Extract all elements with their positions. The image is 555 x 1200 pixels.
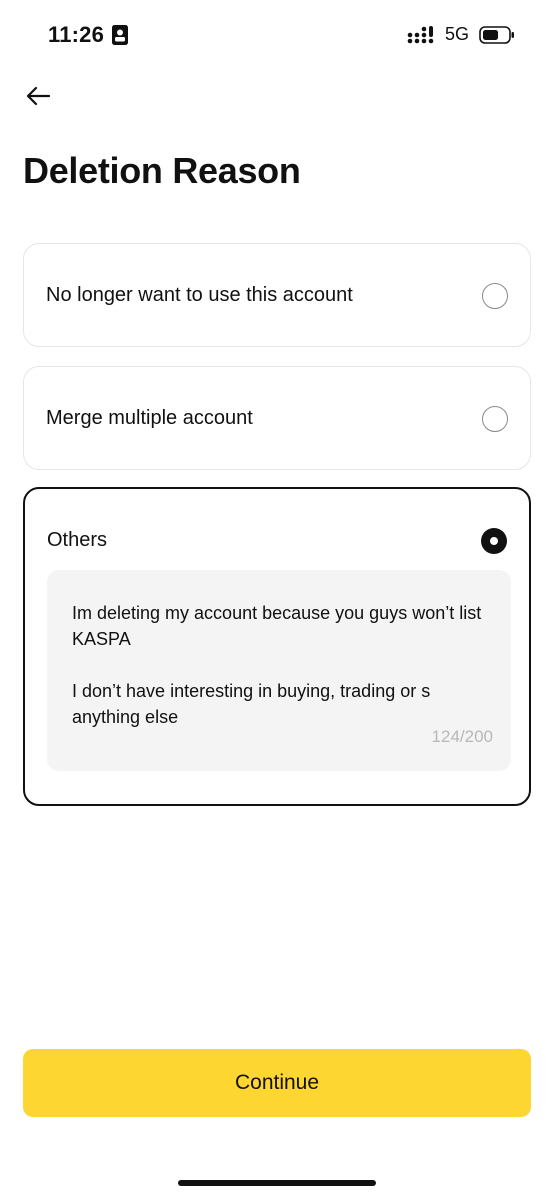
other-reason-textarea[interactable]: Im deleting my account because you guys … [47, 570, 511, 771]
option-label: Merge multiple account [46, 407, 253, 429]
option-label: Others [47, 529, 108, 551]
signal-icon [407, 25, 437, 45]
arrow-left-icon [25, 85, 51, 112]
other-reason-text[interactable]: Im deleting my account because you guys … [72, 600, 492, 730]
home-indicator[interactable] [178, 1180, 376, 1186]
id-badge-icon [112, 25, 129, 45]
character-counter: 124/200 [431, 727, 493, 746]
option-card-merge-accounts[interactable]: Merge multiple account [23, 366, 531, 470]
page-title: Deletion Reason [23, 150, 301, 191]
status-bar: 11:26 5G [0, 0, 555, 70]
network-type: 5G [444, 24, 469, 44]
status-time: 11:26 [48, 22, 105, 47]
continue-button[interactable]: Continue [23, 1049, 531, 1117]
status-left: 11:26 [48, 22, 129, 48]
back-button[interactable] [22, 82, 54, 114]
status-right: 5G [407, 24, 515, 45]
option-card-others[interactable]: Others Im deleting my account because yo… [23, 487, 531, 806]
radio-button[interactable] [482, 283, 508, 309]
option-card-no-longer-use[interactable]: No longer want to use this account [23, 243, 531, 347]
radio-button[interactable] [482, 406, 508, 432]
radio-button-selected[interactable] [481, 528, 507, 554]
option-label: No longer want to use this account [46, 284, 353, 306]
battery-icon [479, 25, 515, 44]
